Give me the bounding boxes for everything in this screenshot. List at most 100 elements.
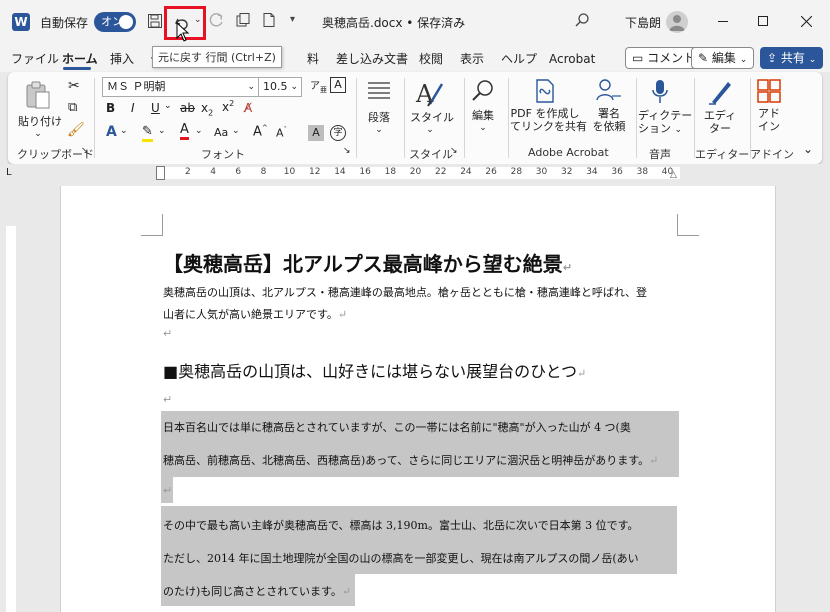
right-indent-marker[interactable]: △	[670, 170, 677, 180]
underline-icon[interactable]: U	[151, 101, 160, 115]
editor-button[interactable]: エディ ター	[698, 78, 742, 140]
chevron-down-icon[interactable]: ⌄	[120, 126, 128, 136]
cut-icon[interactable]: ✂	[68, 78, 80, 94]
underline-chevron-icon[interactable]: ⌄	[164, 101, 172, 111]
styles-icon: A	[415, 80, 444, 108]
redo-icon[interactable]	[208, 12, 226, 30]
tab-mailings[interactable]: 差し込み文書	[336, 45, 408, 73]
tab-acrobat[interactable]: Acrobat	[549, 45, 595, 73]
paragraph-body-line2[interactable]: 穂高岳、前穂高岳、北穂高岳、西穂高岳)あって、さらに同じエリアに涸沢岳と明神岳が…	[163, 452, 658, 468]
font-name-select[interactable]: ＭＳ Ｐ明朝 ⌄	[102, 77, 260, 97]
empty-paragraph[interactable]: ↵	[163, 327, 172, 340]
document-title[interactable]: 【奥穂高岳】北アルプス最高峰から望む絶景↵	[163, 248, 572, 277]
search-icon	[472, 80, 493, 101]
dictate-button[interactable]: ディクテー ション ⌄	[638, 78, 693, 140]
dictate-line1: ディクテー	[638, 109, 693, 122]
empty-paragraph[interactable]: ↵	[163, 484, 172, 497]
chevron-down-icon[interactable]: ⌄	[195, 126, 203, 136]
bold-icon[interactable]: B	[106, 101, 115, 115]
request-signature-button[interactable]: 署名 を依頼	[586, 78, 632, 140]
separator	[404, 78, 405, 158]
char-border-icon[interactable]: A	[330, 77, 346, 93]
maximize-icon[interactable]	[758, 16, 768, 26]
section-heading[interactable]: ■奥穂高岳の山頂は、山好きには堪らない展望台のひとつ↵	[163, 358, 586, 382]
tab-insert[interactable]: 挿入	[110, 45, 134, 73]
chevron-down-icon[interactable]: ⌄	[158, 126, 166, 136]
save-icon[interactable]	[146, 13, 164, 31]
phonetic-guide-icon[interactable]: ア亜	[310, 77, 327, 95]
clipboard-launcher-icon[interactable]: ↘	[81, 146, 89, 156]
separator	[508, 78, 509, 158]
undo-tooltip: 元に戻す 行間 (Ctrl+Z)	[152, 46, 282, 68]
copy-format-icon[interactable]	[234, 12, 252, 30]
ruler-number: 6	[235, 167, 242, 177]
vruler-track	[6, 226, 16, 612]
grow-font-icon[interactable]: A^	[253, 124, 268, 139]
chevron-down-icon[interactable]: ⌄	[232, 126, 240, 136]
ruler-number: 10	[283, 167, 296, 177]
new-document-icon[interactable]	[260, 12, 278, 30]
ruler-number: 34	[586, 167, 598, 177]
chevron-down-icon: ⌄	[808, 55, 817, 65]
create-pdf-line1: PDF を作成し	[510, 107, 580, 120]
close-icon[interactable]	[801, 16, 812, 27]
editing-button[interactable]: 編集 ⌄	[468, 78, 498, 140]
autosave-toggle[interactable]: オン	[94, 12, 136, 32]
superscript-icon[interactable]: x2	[222, 99, 234, 114]
voice-group-label: 音声	[649, 148, 671, 161]
tab-file[interactable]: ファイル	[11, 45, 59, 73]
clear-formatting-icon[interactable]: A̸	[244, 101, 252, 115]
addins-button[interactable]: アド イン	[752, 78, 786, 140]
text-effects-icon[interactable]: A	[106, 124, 117, 140]
tab-view[interactable]: 表示	[460, 45, 484, 73]
signature-icon	[596, 79, 621, 101]
chevron-down-icon: ⌄	[674, 125, 683, 135]
ruler-numbers: 2 4 6 8 10 12 14 16 18 20 22 24 26 28 30 32 34 36 38 40	[0, 164, 830, 182]
ribbon-collapse-chevron-icon[interactable]: ⌄	[803, 142, 813, 156]
minimize-icon[interactable]	[718, 21, 728, 22]
copy-icon[interactable]: ⧉	[68, 100, 77, 115]
tab-help[interactable]: ヘルプ	[501, 45, 537, 73]
paragraph-body-line4[interactable]: ただし、2014 年に国土地理院が全国の山の標高を一部変更し、現在は南アルプスの…	[163, 550, 639, 566]
font-color-icon[interactable]: A	[180, 122, 189, 140]
highlight-color-icon[interactable]: ✎	[142, 124, 153, 142]
document-filename: 奥穂高岳.docx • 保存済み	[322, 16, 466, 30]
paragraph-intro-line2[interactable]: 山者に人気が高い絶景エリアです。↵	[163, 306, 347, 322]
share-button[interactable]: ⇪ 共有 ⌄	[760, 47, 824, 69]
ruler-number: 36	[611, 167, 623, 177]
enclose-char-icon[interactable]: 字	[330, 125, 346, 141]
styles-button[interactable]: A スタイル ⌄	[410, 78, 454, 140]
empty-paragraph[interactable]: ↵	[163, 393, 172, 406]
change-case-icon[interactable]: Aa	[214, 126, 228, 139]
ruler-number: 18	[384, 167, 397, 177]
subscript-icon[interactable]: x2	[201, 101, 213, 117]
paste-button[interactable]: 貼り付け ⌄	[18, 80, 62, 142]
font-launcher-icon[interactable]: ↘	[343, 146, 351, 156]
paragraph-body-line3[interactable]: その中で最も高い主峰が奥穂高岳で、標高は 3,190m。富士山、北岳に次いで日本…	[163, 517, 639, 533]
style-launcher-icon[interactable]: ↘	[450, 146, 458, 156]
tab-references[interactable]: 料	[307, 45, 319, 73]
paragraph-intro-line1[interactable]: 奥穂高岳の山頂は、北アルプス・穂高連峰の最高地点。槍ヶ岳とともに槍・穂高連峰と呼…	[163, 284, 647, 300]
create-pdf-share-button[interactable]: PDF を作成し てリンクを共有	[510, 78, 587, 140]
ribbon: 貼り付け ⌄ ✂ ⧉ 🖌 クリップボード ↘ ＭＳ Ｐ明朝 ⌄ 10.5 ⌄ ア…	[8, 72, 822, 164]
format-painter-icon[interactable]: 🖌	[67, 122, 85, 138]
paragraph-button[interactable]: 段落 ⌄	[364, 80, 394, 140]
document-page[interactable]: 【奥穂高岳】北アルプス最高峰から望む絶景↵ 奥穂高岳の山頂は、北アルプス・穂高連…	[60, 186, 776, 612]
undo-dropdown-icon[interactable]: ⌄	[194, 15, 202, 25]
editor-line1: エディ	[703, 109, 737, 122]
avatar[interactable]	[666, 11, 688, 33]
search-icon[interactable]	[574, 12, 590, 31]
request-signature-line1: 署名	[598, 107, 620, 120]
paragraph-body-line1[interactable]: 日本百名山では単に穂高岳とされていますが、この一帯には名前に"穂高"が入った山が…	[163, 419, 631, 435]
shrink-font-icon[interactable]: Aˇ	[276, 126, 287, 140]
edit-mode-button[interactable]: ✎ 編集 ⌄	[691, 47, 755, 69]
font-size-select[interactable]: 10.5 ⌄	[258, 77, 302, 97]
customize-toolbar-icon[interactable]: ▾	[290, 14, 295, 25]
paragraph-body-line5[interactable]: のたけ)も同じ高さとされています。↵	[163, 583, 351, 599]
filename-chevron-icon[interactable]: ⌄	[455, 13, 463, 24]
tab-review[interactable]: 校閲	[419, 45, 443, 73]
italic-icon[interactable]: I	[131, 101, 135, 115]
char-shading-icon[interactable]: A	[308, 125, 324, 141]
vertical-ruler	[0, 186, 20, 612]
strikethrough-icon[interactable]: ab	[180, 101, 195, 115]
